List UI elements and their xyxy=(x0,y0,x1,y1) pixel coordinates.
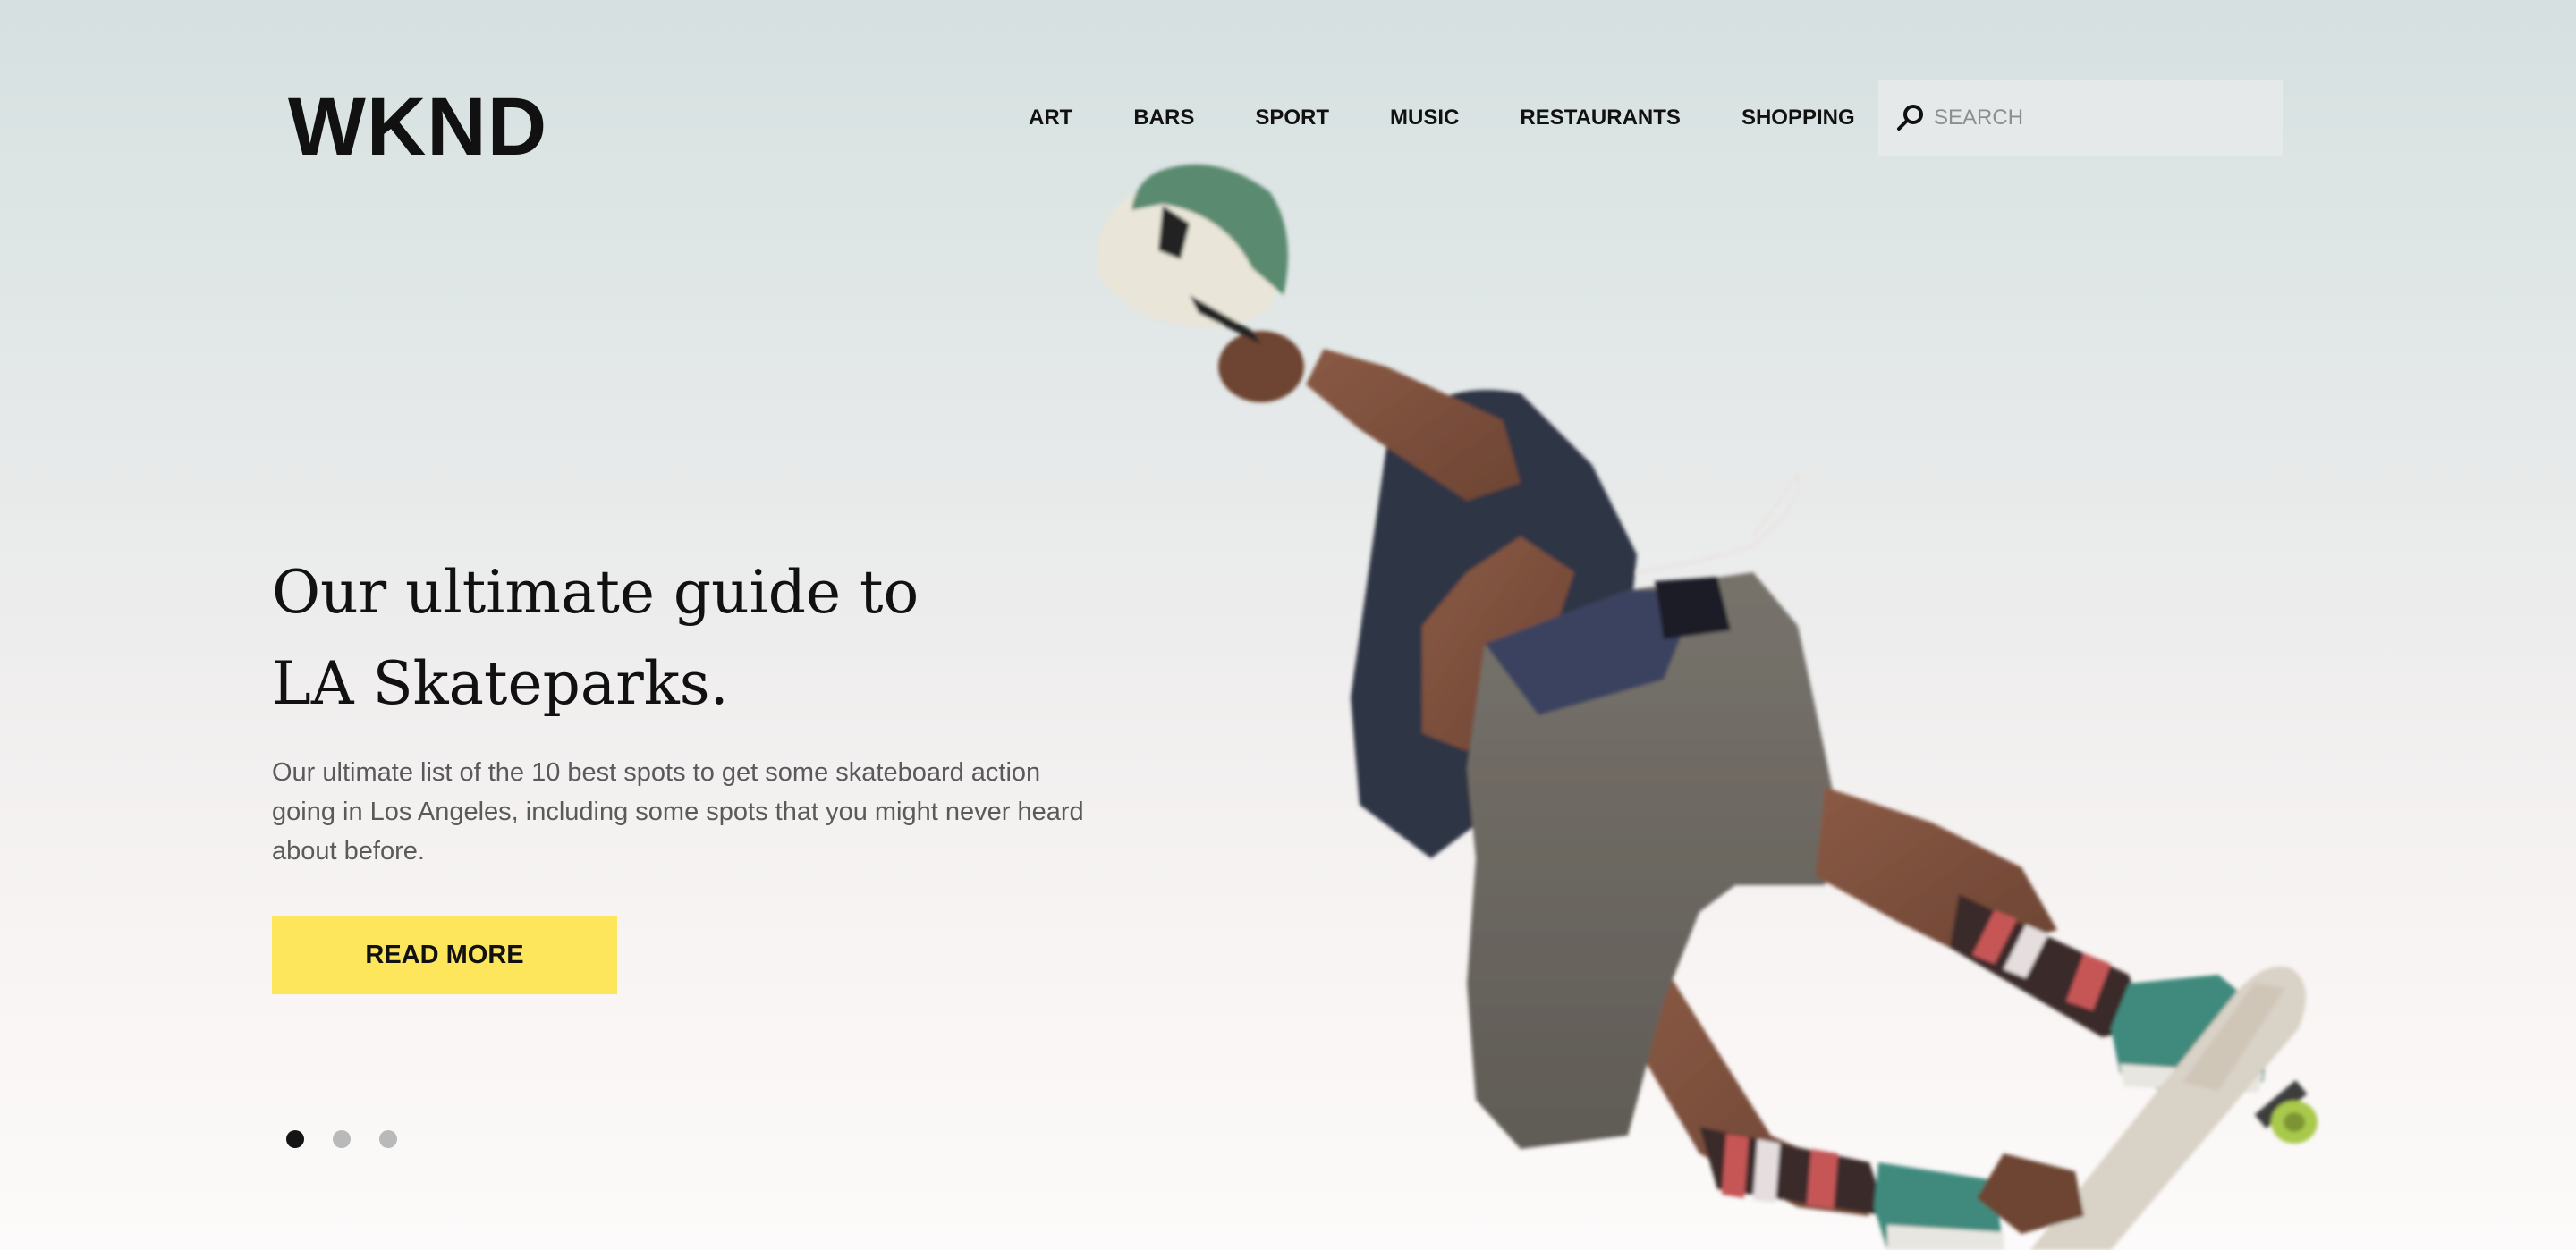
hero-title-line-1: Our ultimate guide to xyxy=(272,558,919,627)
carousel-dot-2[interactable] xyxy=(333,1130,351,1148)
carousel-dot-1[interactable] xyxy=(286,1130,304,1148)
nav-item-restaurants[interactable]: RESTAURANTS xyxy=(1520,106,1681,131)
search-icon[interactable] xyxy=(1894,102,1927,134)
hero-title: Our ultimate guide to LA Skateparks. xyxy=(272,547,919,730)
brand-logo[interactable]: WKND xyxy=(288,82,547,172)
hero-carousel: WKND ART BARS SPORT MUSIC RESTAURANTS SH… xyxy=(0,0,2576,1250)
hero-description: Our ultimate list of the 10 best spots t… xyxy=(272,758,1084,866)
read-more-button[interactable]: READ MORE xyxy=(272,916,617,994)
nav-item-sport[interactable]: SPORT xyxy=(1255,106,1329,131)
nav-item-music[interactable]: MUSIC xyxy=(1390,106,1459,131)
nav-item-art[interactable]: ART xyxy=(1029,106,1072,131)
main-navigation: ART BARS SPORT MUSIC RESTAURANTS SHOPPIN… xyxy=(1029,80,1916,156)
search-input[interactable] xyxy=(1932,105,2258,131)
hero-title-line-2: LA Skateparks. xyxy=(272,649,729,718)
nav-item-bars[interactable]: BARS xyxy=(1133,106,1194,131)
nav-item-shopping[interactable]: SHOPPING xyxy=(1741,106,1855,131)
carousel-indicators xyxy=(286,1130,426,1148)
search-box xyxy=(1878,80,2283,156)
carousel-dot-3[interactable] xyxy=(379,1130,397,1148)
